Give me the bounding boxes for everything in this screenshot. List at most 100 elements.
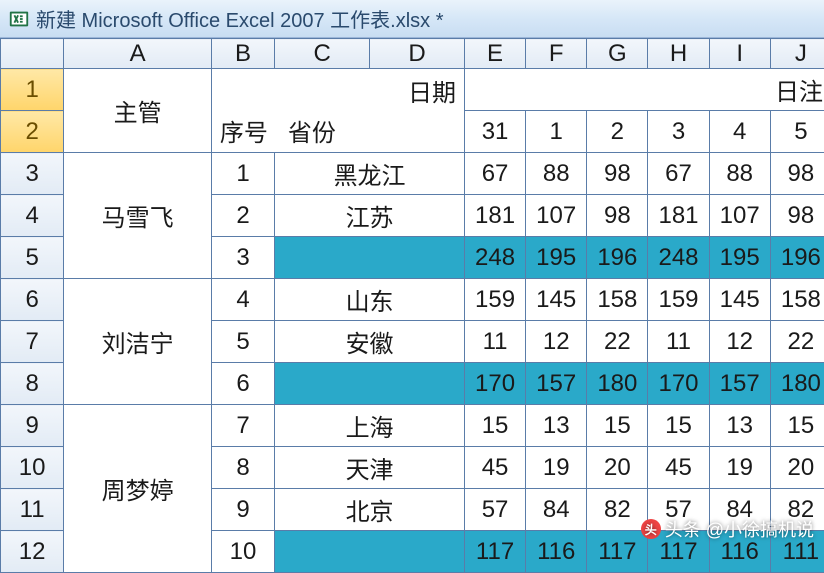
cell-G7[interactable]: 22 [587, 321, 648, 363]
cell-G3[interactable]: 98 [587, 153, 648, 195]
cell-J6[interactable]: 158 [770, 279, 824, 321]
col-header-H[interactable]: H [648, 39, 709, 69]
cell-A6[interactable]: 刘洁宁 [64, 279, 212, 405]
cell-E9[interactable]: 15 [464, 405, 525, 447]
cell-F3[interactable]: 88 [526, 153, 587, 195]
cell-B12[interactable]: 10 [211, 531, 274, 573]
cell-C8[interactable] [275, 363, 465, 405]
cell-F10[interactable]: 19 [526, 447, 587, 489]
cell-F9[interactable]: 13 [526, 405, 587, 447]
cell-G8[interactable]: 180 [587, 363, 648, 405]
cell-G6[interactable]: 158 [587, 279, 648, 321]
cell-G4[interactable]: 98 [587, 195, 648, 237]
cell-H4[interactable]: 181 [648, 195, 709, 237]
cell-I10[interactable]: 19 [709, 447, 770, 489]
cell-J4[interactable]: 98 [770, 195, 824, 237]
cell-B4[interactable]: 2 [211, 195, 274, 237]
cell-A9[interactable]: 周梦婷 [64, 405, 212, 573]
cell-E5[interactable]: 248 [464, 237, 525, 279]
cell-H7[interactable]: 11 [648, 321, 709, 363]
cell-F7[interactable]: 12 [526, 321, 587, 363]
cell-A1[interactable]: 主管 [64, 69, 212, 153]
cell-B10[interactable]: 8 [211, 447, 274, 489]
cell-H3[interactable]: 67 [648, 153, 709, 195]
cell-E11[interactable]: 57 [464, 489, 525, 531]
cell-C3[interactable]: 黑龙江 [275, 153, 465, 195]
cell-H5[interactable]: 248 [648, 237, 709, 279]
cell-G9[interactable]: 15 [587, 405, 648, 447]
cell-I8[interactable]: 157 [709, 363, 770, 405]
cell-I2[interactable]: 4 [709, 111, 770, 153]
cell-B7[interactable]: 5 [211, 321, 274, 363]
cell-J7[interactable]: 22 [770, 321, 824, 363]
cell-G10[interactable]: 20 [587, 447, 648, 489]
cell-C4[interactable]: 江苏 [275, 195, 465, 237]
cell-E2[interactable]: 31 [464, 111, 525, 153]
spreadsheet-grid[interactable]: A B C D E F G H I J 1 主管 日期 序号 省份 日注 2 3… [0, 38, 824, 573]
col-header-I[interactable]: I [709, 39, 770, 69]
row-header-3[interactable]: 3 [1, 153, 64, 195]
cell-I4[interactable]: 107 [709, 195, 770, 237]
cell-C9[interactable]: 上海 [275, 405, 465, 447]
cell-J5[interactable]: 196 [770, 237, 824, 279]
cell-C7[interactable]: 安徽 [275, 321, 465, 363]
cell-F12[interactable]: 116 [526, 531, 587, 573]
cell-B3[interactable]: 1 [211, 153, 274, 195]
cell-E6[interactable]: 159 [464, 279, 525, 321]
col-header-F[interactable]: F [526, 39, 587, 69]
row-header-5[interactable]: 5 [1, 237, 64, 279]
row-header-6[interactable]: 6 [1, 279, 64, 321]
cell-I7[interactable]: 12 [709, 321, 770, 363]
cell-F11[interactable]: 84 [526, 489, 587, 531]
cell-G2[interactable]: 2 [587, 111, 648, 153]
cell-I9[interactable]: 13 [709, 405, 770, 447]
cell-E8[interactable]: 170 [464, 363, 525, 405]
col-header-C[interactable]: C [275, 39, 370, 69]
cell-B5[interactable]: 3 [211, 237, 274, 279]
col-header-B[interactable]: B [211, 39, 274, 69]
cell-I6[interactable]: 145 [709, 279, 770, 321]
cell-G12[interactable]: 117 [587, 531, 648, 573]
row-header-9[interactable]: 9 [1, 405, 64, 447]
cell-F2[interactable]: 1 [526, 111, 587, 153]
cell-G11[interactable]: 82 [587, 489, 648, 531]
cell-B6[interactable]: 4 [211, 279, 274, 321]
select-all-corner[interactable] [1, 39, 64, 69]
cell-C12[interactable] [275, 531, 465, 573]
cell-C5[interactable] [275, 237, 465, 279]
cell-J10[interactable]: 20 [770, 447, 824, 489]
cell-E1[interactable]: 日注 [464, 69, 824, 111]
row-header-1[interactable]: 1 [1, 69, 64, 111]
cell-F4[interactable]: 107 [526, 195, 587, 237]
cell-I5[interactable]: 195 [709, 237, 770, 279]
cell-H10[interactable]: 45 [648, 447, 709, 489]
cell-G5[interactable]: 196 [587, 237, 648, 279]
cell-J8[interactable]: 180 [770, 363, 824, 405]
row-header-2[interactable]: 2 [1, 111, 64, 153]
cell-J9[interactable]: 15 [770, 405, 824, 447]
cell-C10[interactable]: 天津 [275, 447, 465, 489]
cell-B11[interactable]: 9 [211, 489, 274, 531]
row-header-8[interactable]: 8 [1, 363, 64, 405]
col-header-G[interactable]: G [587, 39, 648, 69]
cell-H8[interactable]: 170 [648, 363, 709, 405]
col-header-D[interactable]: D [370, 39, 465, 69]
row-header-12[interactable]: 12 [1, 531, 64, 573]
cell-B8[interactable]: 6 [211, 363, 274, 405]
col-header-E[interactable]: E [464, 39, 525, 69]
cell-C11[interactable]: 北京 [275, 489, 465, 531]
cell-E10[interactable]: 45 [464, 447, 525, 489]
cell-E4[interactable]: 181 [464, 195, 525, 237]
cell-A3[interactable]: 马雪飞 [64, 153, 212, 279]
cell-J3[interactable]: 98 [770, 153, 824, 195]
cell-H2[interactable]: 3 [648, 111, 709, 153]
cell-C6[interactable]: 山东 [275, 279, 465, 321]
cell-J2[interactable]: 5 [770, 111, 824, 153]
col-header-A[interactable]: A [64, 39, 212, 69]
selection-B1-D2[interactable]: 日期 序号 省份 [211, 69, 464, 153]
cell-F6[interactable]: 145 [526, 279, 587, 321]
cell-E12[interactable]: 117 [464, 531, 525, 573]
row-header-4[interactable]: 4 [1, 195, 64, 237]
col-header-J[interactable]: J [770, 39, 824, 69]
row-header-10[interactable]: 10 [1, 447, 64, 489]
